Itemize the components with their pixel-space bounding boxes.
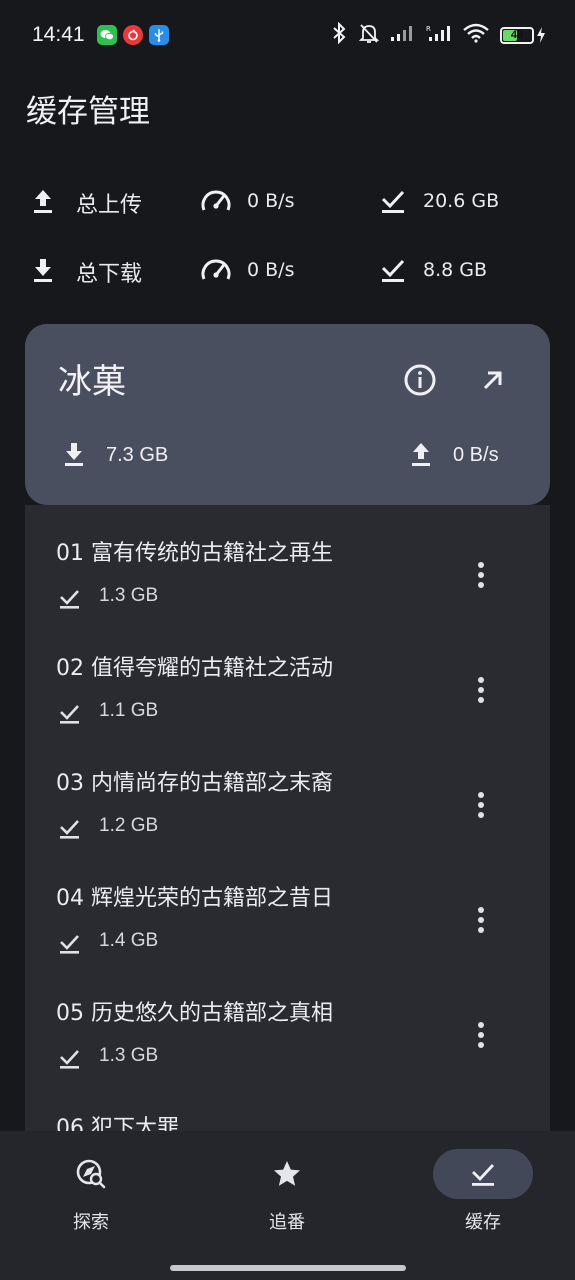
more-options-button[interactable] <box>465 898 497 942</box>
nav-item-explore[interactable]: 探索 <box>31 1149 151 1239</box>
explore-search-icon <box>76 1159 106 1189</box>
bottom-nav: 探索 追番 缓存 <box>0 1131 575 1280</box>
nav-active-indicator <box>433 1149 533 1199</box>
home-indicator[interactable] <box>170 1265 406 1271</box>
episode-list[interactable]: 01 富有传统的古籍社之再生 1.3 GB 02 值得夸耀的古籍社之活动 1.1… <box>25 505 550 1131</box>
open-detail-button[interactable] <box>471 358 515 402</box>
episode-title: 06 犯下大罪 <box>56 1116 179 1131</box>
anime-upload-speed: 0 B/s <box>453 444 499 466</box>
download-icon <box>61 440 87 472</box>
check-done-icon <box>59 817 81 843</box>
check-done-icon <box>380 187 406 215</box>
netease-music-icon <box>122 25 143 45</box>
episode-size: 1.3 GB <box>99 585 159 606</box>
more-vert-icon <box>478 677 484 703</box>
episode-size: 1.1 GB <box>99 700 159 721</box>
check-done-icon <box>59 1047 81 1073</box>
total-upload-size: 20.6 GB <box>423 190 500 212</box>
download-speed: 0 B/s <box>247 259 295 281</box>
episode-title: 01 富有传统的古籍社之再生 <box>56 541 333 566</box>
wifi-icon <box>462 23 490 48</box>
upload-stats-row: 总上传 0 B/s 20.6 GB <box>0 179 575 223</box>
download-done-icon <box>472 1164 495 1186</box>
anime-downloaded-size: 7.3 GB <box>106 444 169 466</box>
more-vert-icon <box>478 562 484 588</box>
upload-speed: 0 B/s <box>247 190 295 212</box>
arrow-up-right-icon <box>483 371 502 390</box>
check-done-icon <box>59 587 81 613</box>
signal-r-icon: R <box>426 23 452 47</box>
episode-title: 03 内情尚存的古籍部之末裔 <box>56 771 333 796</box>
list-item[interactable]: 02 值得夸耀的古籍社之活动 1.1 GB <box>25 620 550 735</box>
info-button[interactable] <box>398 358 442 402</box>
mute-icon <box>358 22 380 49</box>
download-icon <box>30 256 56 284</box>
check-done-icon <box>59 702 81 728</box>
list-item[interactable]: 01 富有传统的古籍社之再生 1.3 GB <box>25 505 550 620</box>
more-options-button[interactable] <box>465 1013 497 1057</box>
bluetooth-icon <box>330 21 348 49</box>
charging-icon <box>537 27 545 43</box>
nav-item-following[interactable]: 追番 <box>227 1149 347 1239</box>
speedometer-icon <box>199 185 233 215</box>
episode-size: 1.2 GB <box>99 815 159 836</box>
episode-size: 1.3 GB <box>99 1045 159 1066</box>
anime-card[interactable]: 冰菓 7.3 GB 0 B/s <box>25 324 550 505</box>
nav-label: 追番 <box>269 1212 305 1233</box>
list-item[interactable]: 03 内情尚存的古籍部之末裔 1.2 GB <box>25 735 550 850</box>
star-icon <box>274 1161 300 1186</box>
check-done-icon <box>59 932 81 958</box>
usb-icon <box>148 25 169 45</box>
battery-indicator: 48 <box>500 26 545 44</box>
more-options-button[interactable] <box>465 783 497 827</box>
episode-size: 1.4 GB <box>99 930 159 951</box>
total-download-label: 总下载 <box>76 262 143 287</box>
episode-title: 05 历史悠久的古籍部之真相 <box>56 1001 333 1026</box>
check-done-icon <box>380 256 406 284</box>
svg-text:R: R <box>426 25 431 33</box>
info-icon <box>404 364 436 396</box>
list-item[interactable]: 06 犯下大罪 <box>25 1080 550 1131</box>
download-stats-row: 总下载 0 B/s 8.8 GB <box>0 248 575 292</box>
page-title: 缓存管理 <box>26 94 150 130</box>
more-vert-icon <box>478 792 484 818</box>
upload-icon <box>408 440 434 472</box>
list-item[interactable]: 05 历史悠久的古籍部之真相 1.3 GB <box>25 965 550 1080</box>
wechat-icon <box>96 25 117 45</box>
anime-title: 冰菓 <box>58 362 126 402</box>
episode-title: 02 值得夸耀的古籍社之活动 <box>56 656 333 681</box>
nav-label: 探索 <box>73 1212 109 1233</box>
total-upload-label: 总上传 <box>76 193 143 218</box>
episode-title: 04 辉煌光荣的古籍部之昔日 <box>56 886 333 911</box>
status-bar: 14:41 R 48 <box>0 0 575 70</box>
more-options-button[interactable] <box>465 553 497 597</box>
more-options-button[interactable] <box>465 668 497 712</box>
list-item[interactable]: 04 辉煌光荣的古籍部之昔日 1.4 GB <box>25 850 550 965</box>
signal-icon <box>390 23 416 47</box>
more-vert-icon <box>478 1022 484 1048</box>
upload-icon <box>30 187 56 215</box>
battery-level: 48 <box>510 29 524 41</box>
nav-item-cache[interactable]: 缓存 <box>423 1149 543 1239</box>
total-download-size: 8.8 GB <box>423 259 488 281</box>
speedometer-icon <box>199 254 233 284</box>
status-time: 14:41 <box>32 23 85 46</box>
nav-label: 缓存 <box>465 1212 501 1233</box>
more-vert-icon <box>478 907 484 933</box>
